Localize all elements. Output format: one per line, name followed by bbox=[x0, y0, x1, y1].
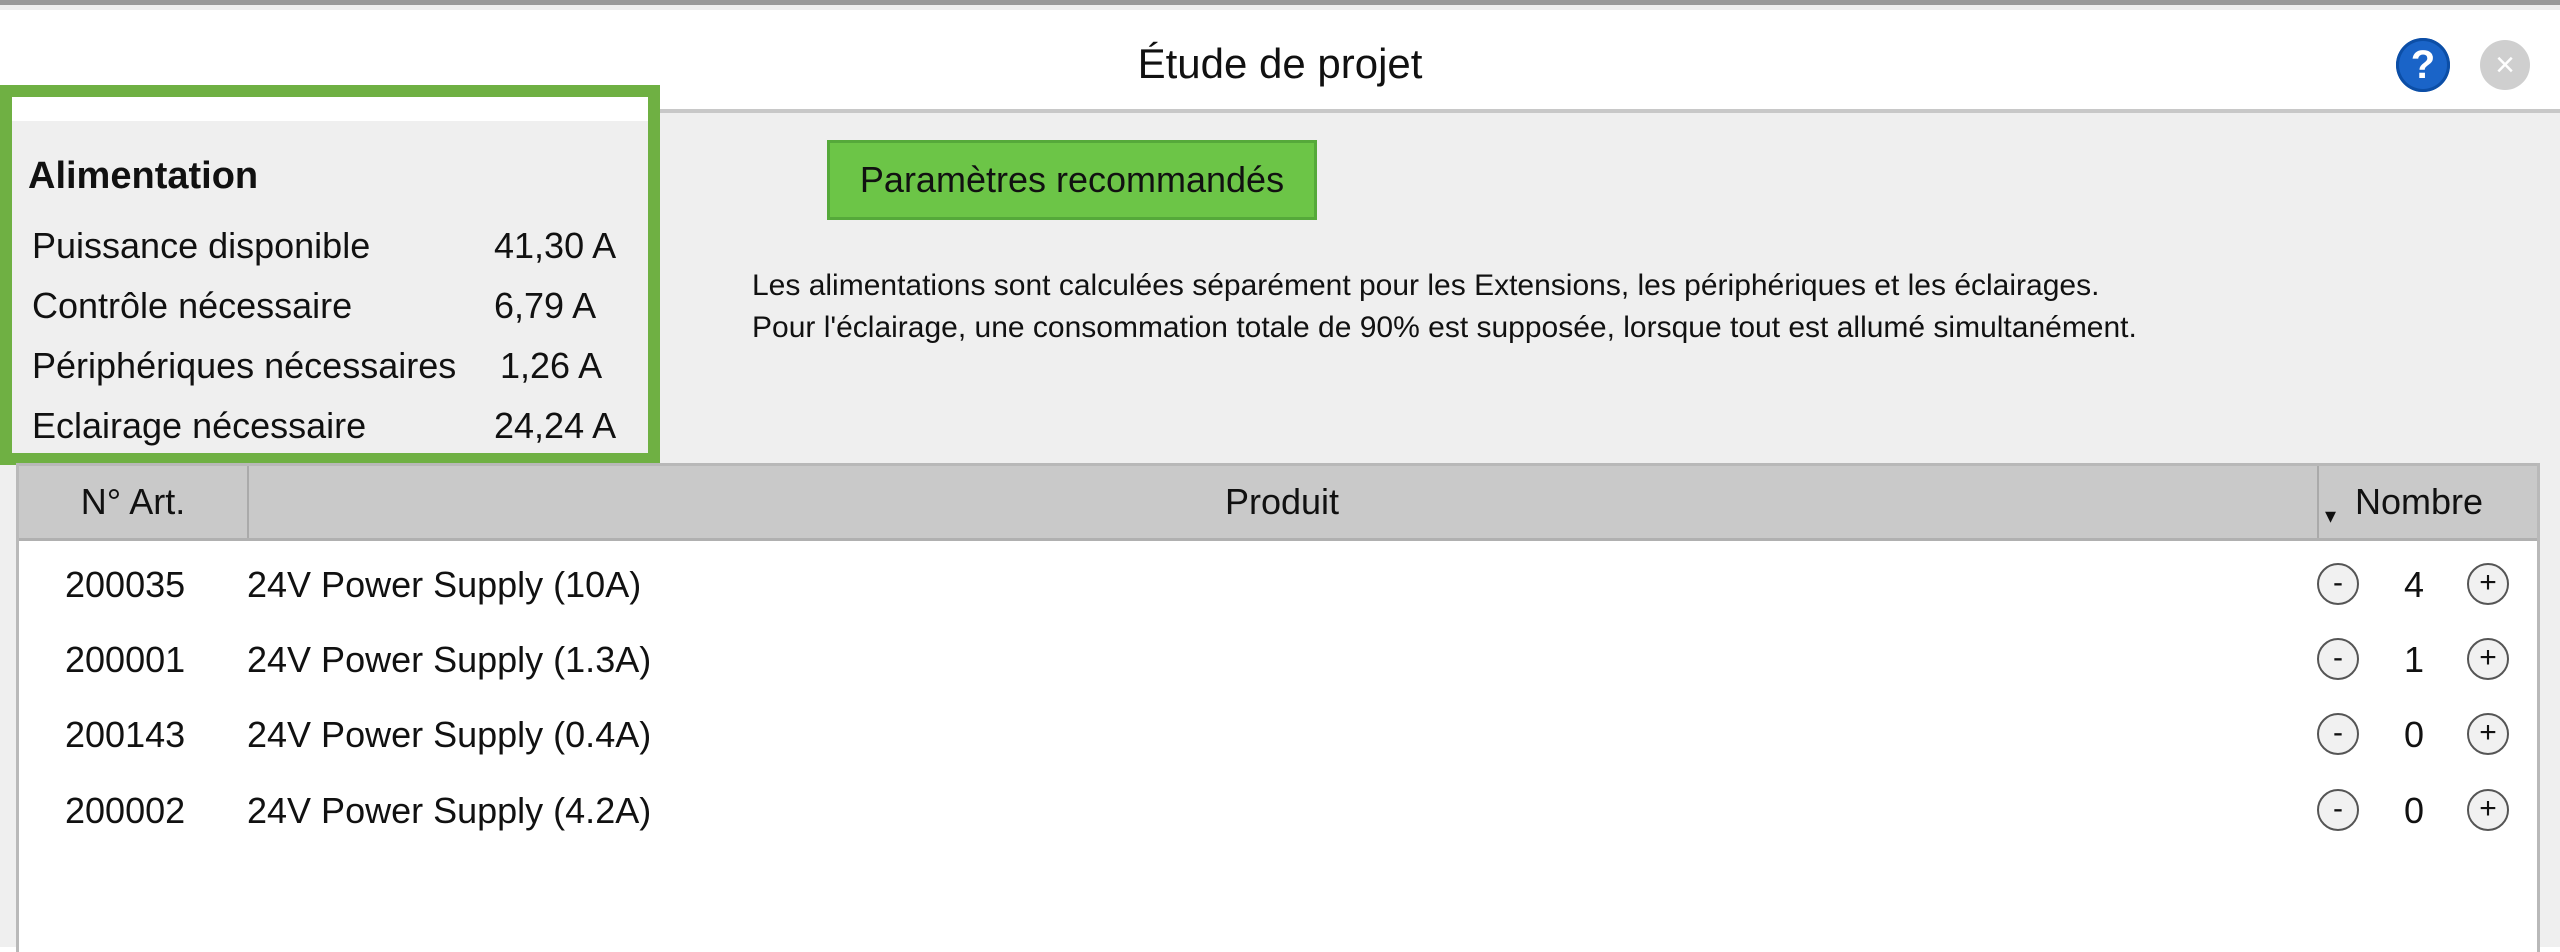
table-row[interactable]: 200001 24V Power Supply (1.3A) - 1 + bbox=[19, 622, 2537, 697]
article-number: 200002 bbox=[65, 790, 186, 831]
power-summary-panel: Alimentation Puissance disponible 41,30 … bbox=[0, 85, 660, 465]
close-icon[interactable]: × bbox=[2480, 40, 2530, 90]
panel-top-band bbox=[12, 97, 648, 121]
article-number: 200001 bbox=[65, 639, 186, 680]
increment-button[interactable]: + bbox=[2467, 563, 2509, 605]
product-name: 24V Power Supply (1.3A) bbox=[247, 639, 652, 680]
decrement-button[interactable]: - bbox=[2317, 789, 2359, 831]
table-row[interactable]: 200035 24V Power Supply (10A) - 4 + bbox=[19, 547, 2537, 622]
window-title: Étude de projet bbox=[1137, 40, 1423, 87]
increment-button[interactable]: + bbox=[2467, 789, 2509, 831]
power-value: 1,26 A bbox=[500, 345, 603, 386]
quantity-value: 1 bbox=[2403, 639, 2425, 680]
decrement-button[interactable]: - bbox=[2317, 563, 2359, 605]
power-value: 6,79 A bbox=[494, 285, 597, 326]
power-label: Puissance disponible bbox=[32, 225, 371, 266]
power-supply-table: N° Art. Produit ▾ Nombre 200035 24V Powe… bbox=[16, 463, 2540, 952]
table-header: N° Art. Produit ▾ Nombre bbox=[19, 463, 2537, 541]
sort-descending-icon: ▾ bbox=[2325, 503, 2337, 528]
recommended-settings-button[interactable]: Paramètres recommandés bbox=[827, 140, 1317, 220]
increment-button[interactable]: + bbox=[2467, 638, 2509, 680]
article-number: 200035 bbox=[65, 564, 186, 605]
info-text-line-2: Pour l'éclairage, une consommation total… bbox=[752, 311, 2137, 344]
info-text-line-1: Les alimentations sont calculées séparém… bbox=[752, 269, 2100, 302]
help-icon[interactable]: ? bbox=[2396, 38, 2450, 92]
decrement-button[interactable]: - bbox=[2317, 713, 2359, 755]
column-header-product[interactable]: Produit bbox=[247, 466, 2319, 538]
project-study-window: Étude de projet ? × Alimentation Puissan… bbox=[0, 0, 2560, 952]
product-name: 24V Power Supply (0.4A) bbox=[247, 714, 652, 755]
power-value: 24,24 A bbox=[494, 405, 617, 446]
power-label: Périphériques nécessaires bbox=[32, 345, 457, 386]
decrement-button[interactable]: - bbox=[2317, 638, 2359, 680]
column-header-article[interactable]: N° Art. bbox=[19, 466, 249, 538]
article-number: 200143 bbox=[65, 714, 186, 755]
product-name: 24V Power Supply (4.2A) bbox=[247, 790, 652, 831]
column-header-count[interactable]: ▾ Nombre bbox=[2319, 466, 2537, 538]
table-row[interactable]: 200143 24V Power Supply (0.4A) - 0 + bbox=[19, 697, 2537, 772]
quantity-value: 0 bbox=[2403, 714, 2425, 755]
power-label: Contrôle nécessaire bbox=[32, 285, 353, 326]
quantity-value: 4 bbox=[2403, 564, 2425, 605]
increment-button[interactable]: + bbox=[2467, 713, 2509, 755]
quantity-value: 0 bbox=[2403, 790, 2425, 831]
power-value: 41,30 A bbox=[494, 225, 617, 266]
column-header-count-label: Nombre bbox=[2355, 481, 2484, 522]
product-name: 24V Power Supply (10A) bbox=[247, 564, 642, 605]
power-heading: Alimentation bbox=[28, 155, 259, 197]
power-label: Eclairage nécessaire bbox=[32, 405, 367, 446]
table-row[interactable]: 200002 24V Power Supply (4.2A) - 0 + bbox=[19, 773, 2537, 848]
